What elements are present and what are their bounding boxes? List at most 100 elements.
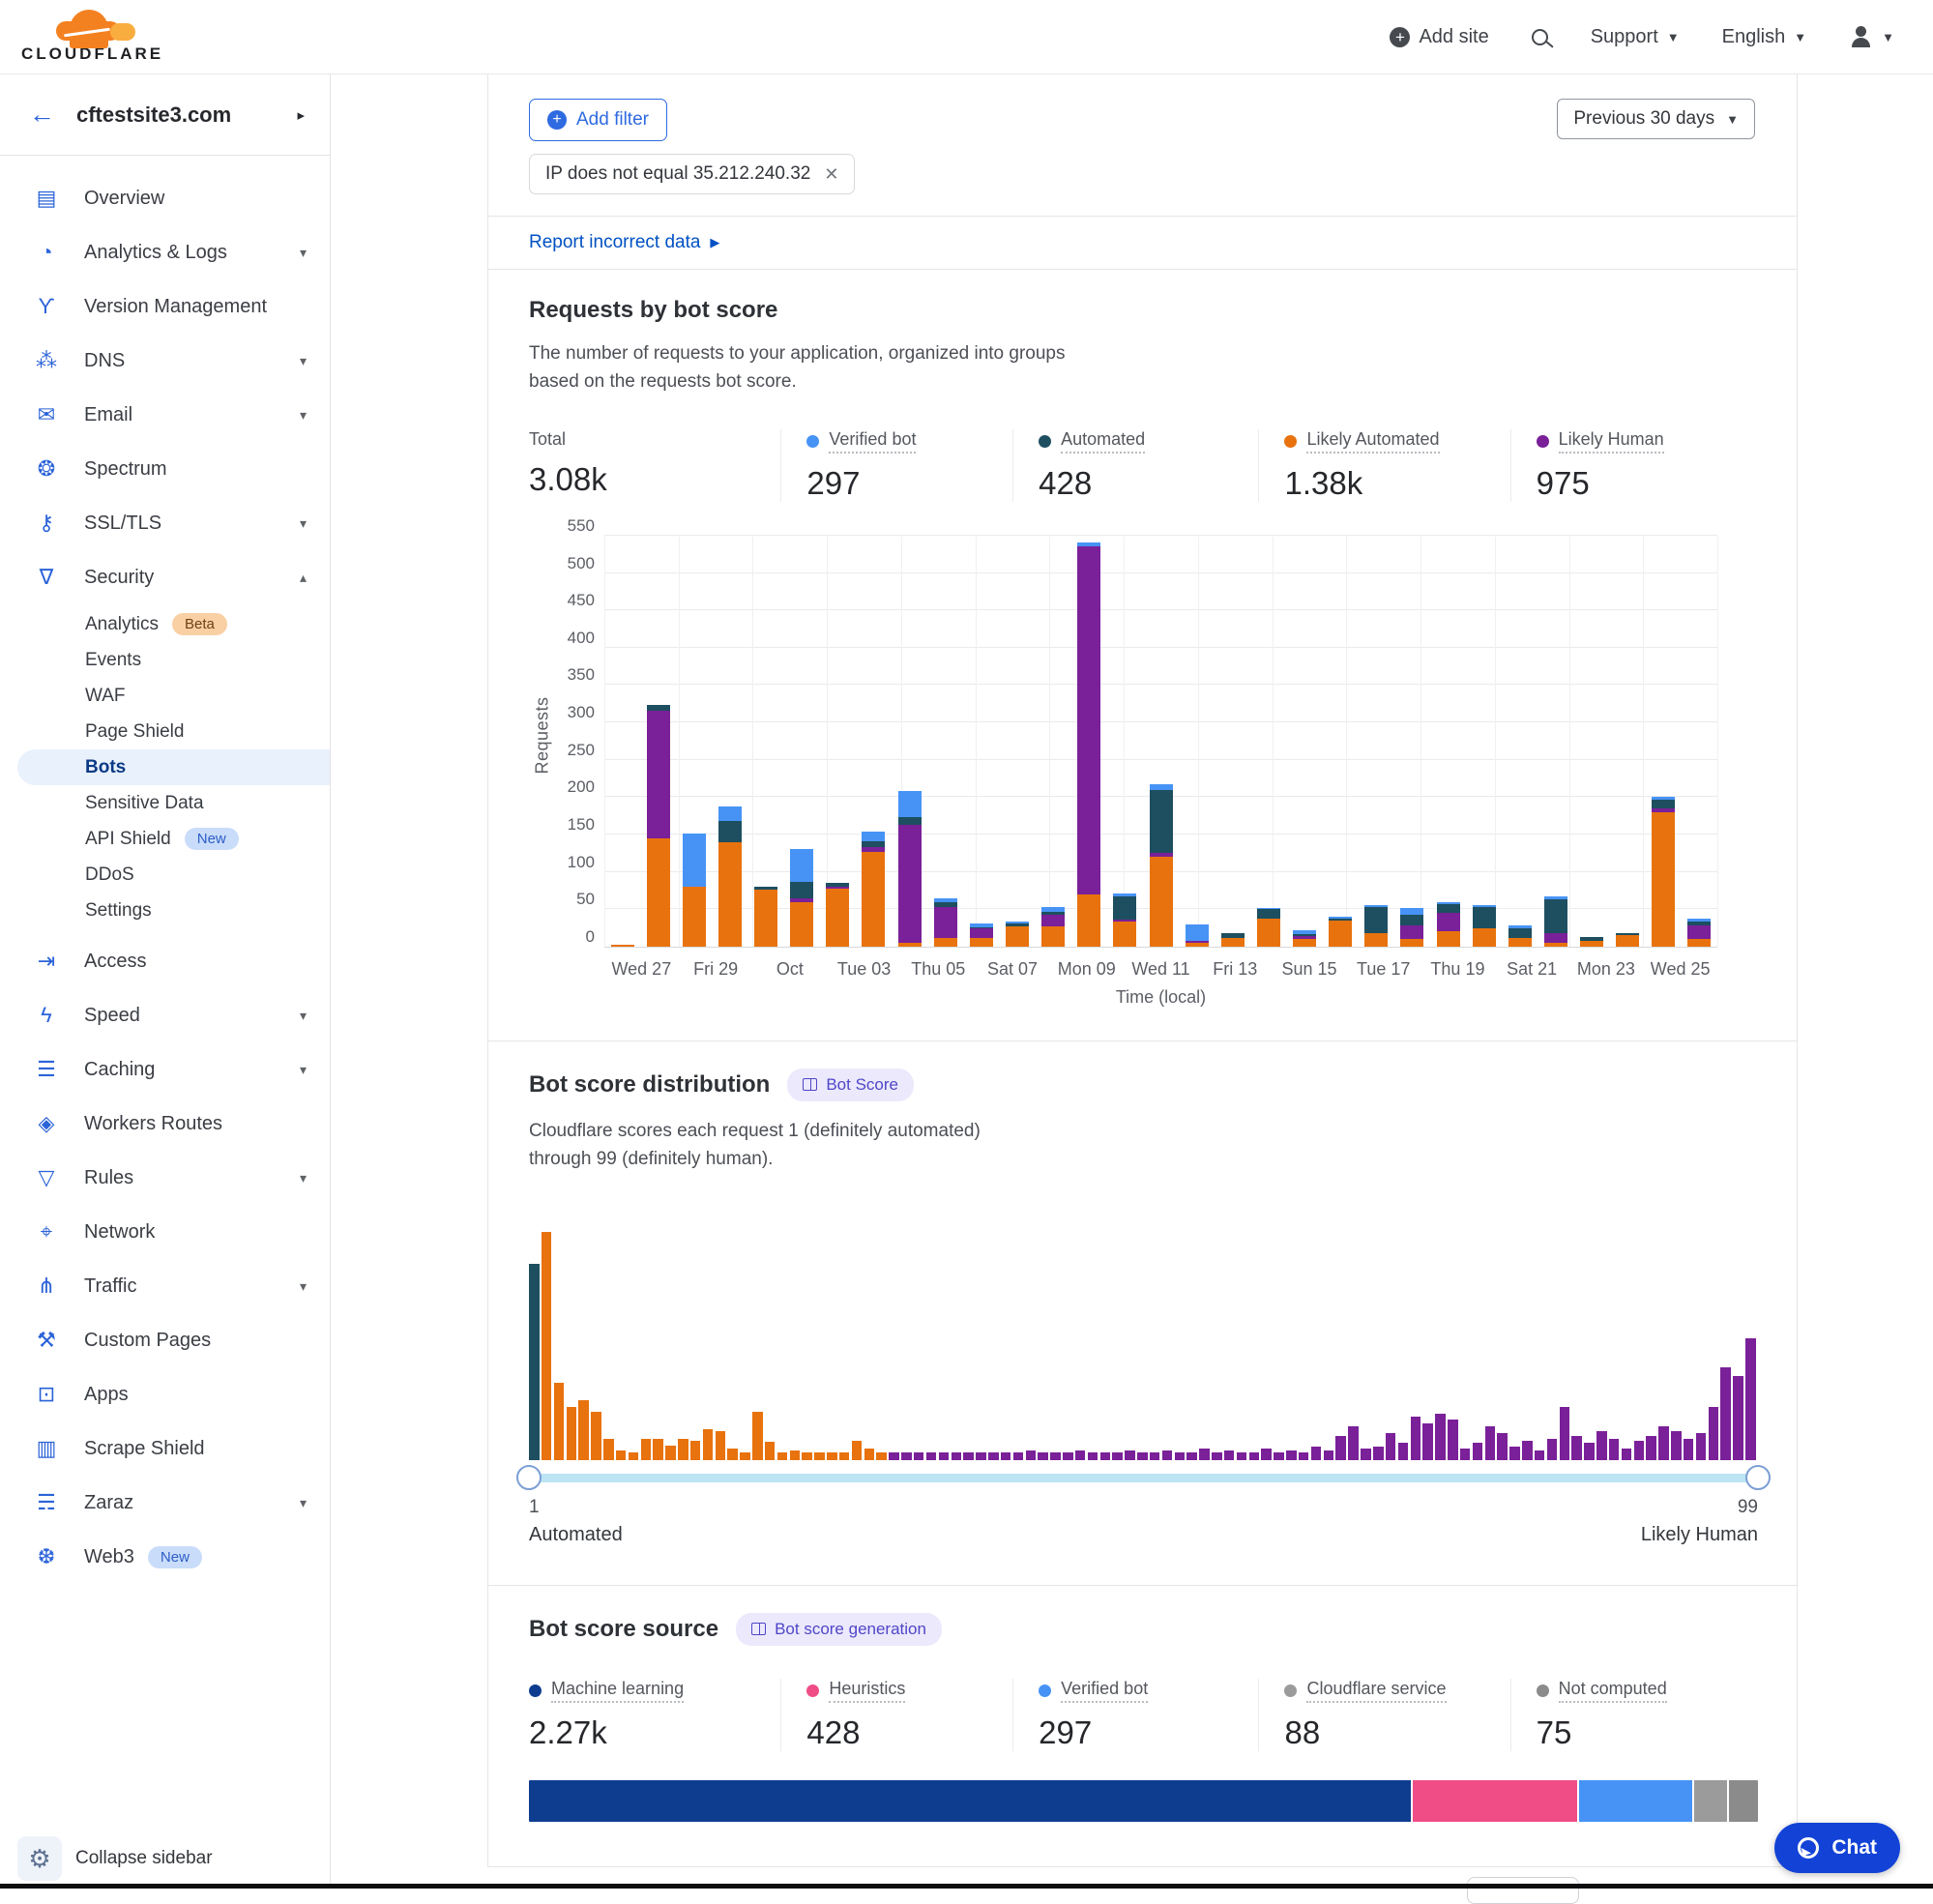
stat-label-text[interactable]: Automated: [1061, 429, 1145, 454]
sidebar-item-label: Web3: [84, 1546, 134, 1568]
stat-machine-learning: Machine learning2.27k: [529, 1679, 780, 1751]
sidebar-item-settings[interactable]: Settings: [0, 893, 330, 928]
report-incorrect-data-link[interactable]: Report incorrect data ▶: [529, 232, 719, 253]
slider-handle-min[interactable]: [516, 1465, 542, 1490]
sidebar-item-security[interactable]: ∇Security▴: [0, 550, 330, 604]
sidebar-item-ddos[interactable]: DDoS: [0, 857, 330, 893]
slider-min-value: 1: [529, 1497, 540, 1518]
bot-score-generation-badge[interactable]: Bot score generation: [736, 1613, 942, 1646]
chevron-down-icon: ▼: [1726, 112, 1739, 127]
gridline: [1346, 537, 1347, 947]
site-switcher[interactable]: ← cftestsite3.com ▸: [0, 74, 330, 156]
sidebar-item-label: Custom Pages: [84, 1330, 211, 1352]
chart-bar: [1041, 907, 1065, 947]
language-menu[interactable]: English ▼: [1722, 26, 1806, 48]
sidebar-item-web3[interactable]: ❆Web3New: [0, 1530, 330, 1584]
score-bar: [1522, 1441, 1533, 1460]
sidebar-item-analytics[interactable]: AnalyticsBeta: [0, 606, 330, 642]
sidebar-item-custom-pages[interactable]: ⚒Custom Pages: [0, 1313, 330, 1367]
close-icon[interactable]: ✕: [824, 164, 838, 185]
score-bar: [665, 1446, 676, 1460]
sidebar-item-api-shield[interactable]: API ShieldNew: [0, 821, 330, 857]
stat-label-text[interactable]: Not computed: [1559, 1679, 1667, 1703]
sidebar-item-ssl-tls[interactable]: ⚷SSL/TLS▾: [0, 496, 330, 550]
chart-bar: [1186, 924, 1209, 947]
sidebar-item-email[interactable]: ✉Email▾: [0, 388, 330, 442]
sidebar-item-analytics-logs[interactable]: ◔Analytics & Logs▾: [0, 225, 330, 279]
slider-track[interactable]: [529, 1474, 1758, 1482]
sidebar-item-spectrum[interactable]: ❂Spectrum: [0, 442, 330, 496]
sidebar-item-dns[interactable]: ⁂DNS▾: [0, 334, 330, 388]
stat-value: 1.38k: [1284, 465, 1486, 502]
sidebar-item-version-management[interactable]: ϒVersion Management: [0, 279, 330, 334]
segment-likely-automated: [754, 890, 777, 947]
collapse-sidebar-control[interactable]: ⚙ Collapse sidebar: [0, 1836, 213, 1881]
support-menu[interactable]: Support ▼: [1591, 26, 1680, 48]
stat-label: Verified bot: [806, 429, 989, 454]
stat-label-text[interactable]: Verified bot: [1061, 1679, 1148, 1703]
score-bar: [752, 1412, 763, 1460]
slider-handle-max[interactable]: [1745, 1465, 1771, 1490]
sidebar-item-speed[interactable]: ϟSpeed▾: [0, 988, 330, 1042]
score-bar: [988, 1452, 999, 1460]
stat-value: 428: [1039, 465, 1235, 502]
chat-button[interactable]: Chat: [1774, 1823, 1900, 1873]
gear-icon[interactable]: ⚙: [17, 1836, 62, 1881]
gridline: [679, 537, 680, 947]
x-tick-label: Wed 27: [604, 959, 679, 980]
chevron-down-icon: ▼: [1794, 30, 1806, 44]
sidebar-item-traffic[interactable]: ⋔Traffic▾: [0, 1259, 330, 1313]
segment-likely-human: [647, 711, 670, 837]
sidebar-item-zaraz[interactable]: ☴Zaraz▾: [0, 1476, 330, 1530]
sidebar-item-network[interactable]: ⌖Network: [0, 1205, 330, 1259]
search-button[interactable]: [1532, 29, 1548, 45]
sidebar-item-waf[interactable]: WAF: [0, 678, 330, 714]
chevron-down-icon: ▼: [1667, 30, 1680, 44]
sidebar-item-label: Zaraz: [84, 1492, 133, 1514]
sidebar-item-scrape-shield[interactable]: ▥Scrape Shield: [0, 1421, 330, 1476]
sidebar-item-sensitive-data[interactable]: Sensitive Data: [0, 785, 330, 821]
date-range-dropdown[interactable]: Previous 30 days ▼: [1557, 99, 1755, 139]
score-range-slider[interactable]: [529, 1464, 1758, 1491]
security-icon: ∇: [32, 565, 61, 590]
score-bar: [1684, 1439, 1694, 1460]
source-segment-cloudflare-service: [1694, 1780, 1728, 1822]
sidebar-item-apps[interactable]: ⊡Apps: [0, 1367, 330, 1421]
stat-label-text[interactable]: Heuristics: [829, 1679, 905, 1703]
sidebar-item-workers-routes[interactable]: ◈Workers Routes: [0, 1097, 330, 1151]
bot-score-docs-badge[interactable]: Bot Score: [787, 1069, 914, 1101]
sidebar-item-rules[interactable]: ▽Rules▾: [0, 1151, 330, 1205]
filter-chip[interactable]: IP does not equal 35.212.240.32 ✕: [529, 154, 855, 194]
add-site-button[interactable]: + Add site: [1390, 26, 1488, 48]
stat-label-text[interactable]: Verified bot: [829, 429, 916, 454]
sidebar-item-overview[interactable]: ▤Overview: [0, 171, 330, 225]
gridline: [604, 684, 1717, 685]
collapse-sidebar-label: Collapse sidebar: [75, 1848, 213, 1869]
sidebar-item-label: Caching: [84, 1059, 155, 1081]
stat-label-text[interactable]: Likely Automated: [1306, 429, 1439, 454]
sidebar-item-page-shield[interactable]: Page Shield: [0, 714, 330, 749]
stat-label-text[interactable]: Cloudflare service: [1306, 1679, 1446, 1703]
segment-automated: [1473, 907, 1496, 928]
stat-verified-bot: Verified bot297: [780, 429, 1012, 502]
chart-bar: [1257, 908, 1280, 947]
sidebar-item-bots[interactable]: Bots: [17, 749, 330, 785]
source-segment-machine-learning: [529, 1780, 1413, 1822]
sidebar-item-label: Rules: [84, 1167, 133, 1189]
sidebar-item-caching[interactable]: ☰Caching▾: [0, 1042, 330, 1097]
stat-label-text[interactable]: Machine learning: [551, 1679, 684, 1703]
sidebar-item-events[interactable]: Events: [0, 642, 330, 678]
beta-badge: Beta: [172, 613, 227, 635]
distribution-description: Cloudflare scores each request 1 (defini…: [529, 1117, 1032, 1174]
account-menu[interactable]: ▼: [1849, 25, 1894, 49]
segment-likely-automated: [790, 902, 813, 947]
add-filter-button[interactable]: + Add filter: [529, 99, 667, 141]
segment-likely-automated: [647, 838, 670, 947]
gridline: [1717, 537, 1718, 947]
segment-likely-human: [1687, 925, 1711, 939]
segment-likely-automated: [1221, 938, 1245, 947]
sidebar-item-access[interactable]: ⇥Access: [0, 934, 330, 988]
stat-label-text[interactable]: Likely Human: [1559, 429, 1664, 454]
score-bar: [1137, 1452, 1148, 1460]
score-bar: [1473, 1443, 1483, 1460]
